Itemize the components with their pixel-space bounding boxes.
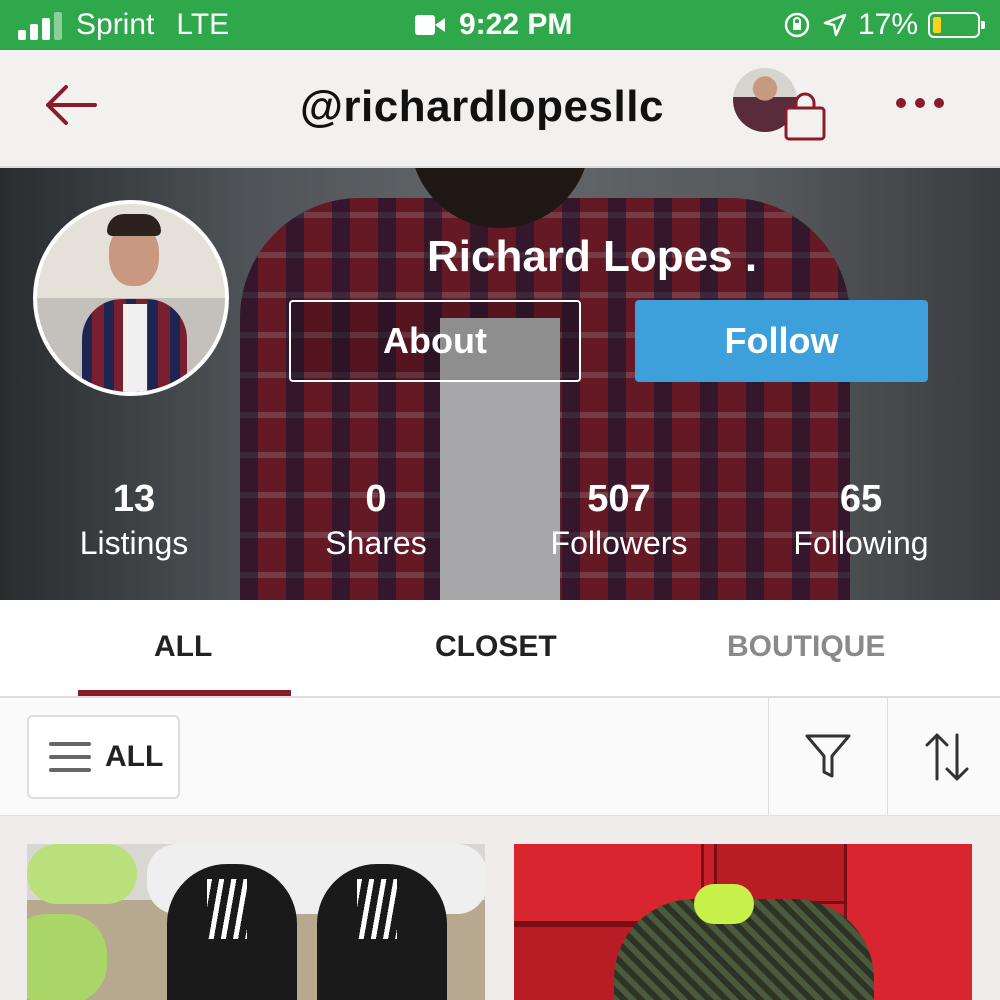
stat-listings[interactable]: 13 Listings bbox=[24, 478, 244, 562]
sort-icon bbox=[925, 733, 968, 781]
filter-button[interactable] bbox=[768, 698, 886, 816]
shopping-bag-icon[interactable] bbox=[783, 92, 827, 142]
stat-following[interactable]: 65 Following bbox=[751, 478, 971, 562]
category-dropdown[interactable]: ALL bbox=[27, 715, 180, 799]
stat-value: 0 bbox=[365, 478, 387, 520]
status-bar: Sprint LTE 9:22 PM 17% bbox=[0, 0, 1000, 50]
follow-button[interactable]: Follow bbox=[635, 300, 928, 382]
sort-button[interactable] bbox=[887, 698, 1000, 816]
clock: 9:22 PM bbox=[459, 8, 573, 41]
stat-value: 507 bbox=[587, 478, 651, 520]
filter-bar: ALL bbox=[0, 698, 1000, 816]
stat-value: 13 bbox=[112, 478, 156, 520]
carrier-label: Sprint bbox=[76, 8, 155, 41]
rotation-lock-icon bbox=[784, 12, 810, 38]
video-camera-icon bbox=[415, 15, 445, 35]
signal-icon bbox=[18, 10, 62, 40]
stat-label: Listings bbox=[79, 525, 189, 561]
network-label: LTE bbox=[176, 8, 230, 41]
profile-header: @richardlopesllc bbox=[0, 50, 1000, 168]
stat-label: Shares bbox=[325, 525, 427, 561]
active-tab-indicator bbox=[78, 690, 291, 696]
tab-bar: ALL CLOSET BOUTIQUE bbox=[0, 600, 1000, 698]
location-arrow-icon bbox=[823, 13, 847, 37]
about-button[interactable]: About bbox=[289, 300, 581, 382]
stat-followers[interactable]: 507 Followers bbox=[509, 478, 729, 562]
listing-nike-boxes-sneakers[interactable] bbox=[514, 844, 972, 1000]
profile-avatar[interactable] bbox=[33, 200, 229, 396]
back-arrow-icon[interactable] bbox=[40, 80, 100, 130]
category-label: ALL bbox=[105, 740, 164, 773]
listings-grid bbox=[0, 816, 1000, 1000]
tab-all[interactable]: ALL bbox=[154, 630, 212, 664]
tab-boutique[interactable]: BOUTIQUE bbox=[727, 630, 885, 664]
battery-percent: 17% bbox=[857, 8, 918, 41]
stat-label: Followers bbox=[550, 525, 688, 561]
stat-shares[interactable]: 0 Shares bbox=[266, 478, 486, 562]
stat-label: Following bbox=[793, 525, 929, 561]
page-title: @richardlopesllc bbox=[300, 82, 664, 131]
stat-value: 65 bbox=[839, 478, 883, 520]
listing-yeezy-sneakers[interactable] bbox=[27, 844, 485, 1000]
filter-icon bbox=[805, 734, 850, 778]
display-name: Richard Lopes . bbox=[427, 232, 758, 281]
tab-closet[interactable]: CLOSET bbox=[435, 630, 557, 664]
menu-icon bbox=[49, 742, 91, 772]
more-icon[interactable] bbox=[896, 98, 944, 108]
battery-icon bbox=[928, 12, 985, 38]
